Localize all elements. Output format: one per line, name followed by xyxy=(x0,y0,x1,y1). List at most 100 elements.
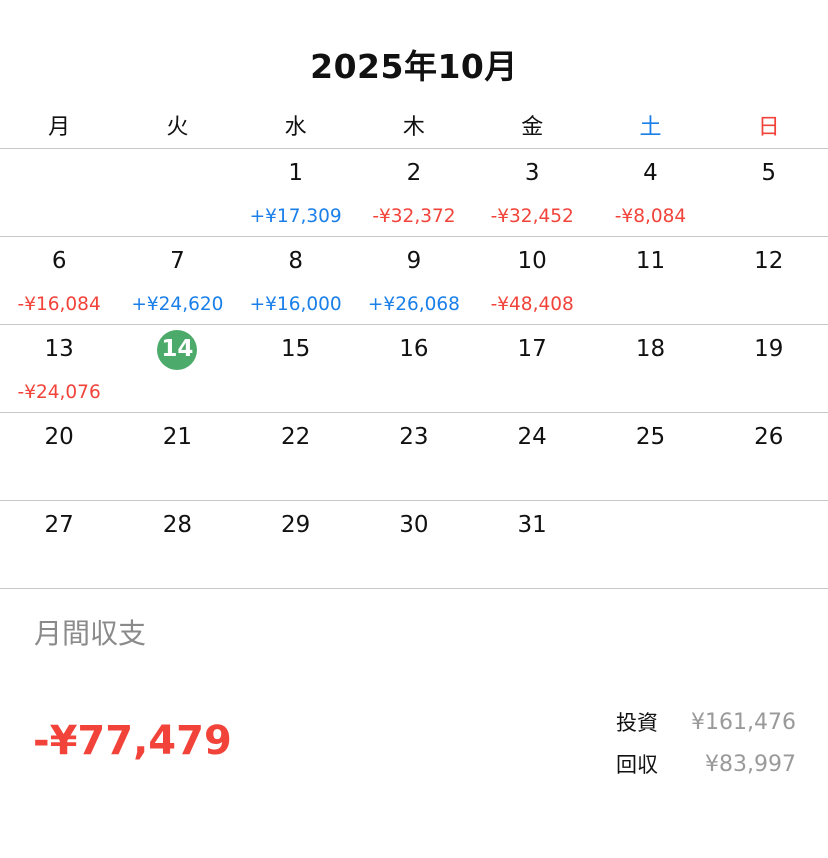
day-number: 20 xyxy=(44,424,74,450)
day-cell[interactable]: 19 xyxy=(710,325,828,412)
weekday-label: 日 xyxy=(757,115,780,140)
week-row: 20 21 22 23 24 25 26 xyxy=(0,412,828,500)
weekday-header: 月火水木金土日 xyxy=(0,112,828,148)
return-row: 回収 ¥83,997 xyxy=(600,748,796,790)
monthly-balance-label: 月間収支 xyxy=(34,617,147,650)
investment-label: 投資 xyxy=(616,711,658,735)
return-label: 回収 xyxy=(616,753,658,777)
day-number: 21 xyxy=(162,424,193,450)
day-cell[interactable]: 8 +¥16,000 xyxy=(237,237,355,324)
week-row: 27 28 29 30 31 xyxy=(0,500,828,589)
day-amount: -¥16,084 xyxy=(17,294,101,315)
day-cell[interactable]: 24 xyxy=(473,413,591,500)
investment-row: 投資 ¥161,476 xyxy=(600,706,796,748)
day-number: 14 xyxy=(161,336,194,362)
weekday-label: 土 xyxy=(639,115,662,140)
day-cell[interactable]: 9 +¥26,068 xyxy=(355,237,473,324)
day-number: 12 xyxy=(754,248,784,274)
day-number: 19 xyxy=(754,336,784,362)
weekday-label: 月 xyxy=(48,115,71,140)
day-number: 2 xyxy=(406,160,422,186)
calendar-grid: 1 +¥17,309 2 -¥32,372 3 -¥32,452 4 -¥8,084 5 6 -¥1… xyxy=(0,148,828,589)
week-row: 6 -¥16,084 7 +¥24,620 8 +¥16,000 9 +¥26,068 10 -¥… xyxy=(0,236,828,324)
day-number: 30 xyxy=(399,512,429,538)
day-cell[interactable]: 14 xyxy=(118,325,236,412)
day-cell[interactable]: 17 xyxy=(473,325,591,412)
day-cell[interactable]: 25 xyxy=(591,413,709,500)
day-amount: -¥24,076 xyxy=(17,382,101,403)
day-cell[interactable]: 27 xyxy=(0,501,118,588)
day-cell[interactable]: 13 -¥24,076 xyxy=(0,325,118,412)
day-cell[interactable]: 3 -¥32,452 xyxy=(473,149,591,236)
day-cell[interactable]: 6 -¥16,084 xyxy=(0,237,118,324)
investment-value: ¥161,476 xyxy=(691,710,796,735)
day-cell[interactable]: 18 xyxy=(591,325,709,412)
balance-breakdown: 投資 ¥161,476 回収 ¥83,997 xyxy=(600,706,796,790)
day-number: 29 xyxy=(281,512,311,538)
day-number: 27 xyxy=(44,512,74,538)
day-number: 11 xyxy=(635,248,666,274)
day-cell[interactable]: 20 xyxy=(0,413,118,500)
day-cell[interactable]: 15 xyxy=(237,325,355,412)
day-number: 3 xyxy=(524,160,540,186)
day-number: 28 xyxy=(162,512,193,538)
day-cell[interactable]: 7 +¥24,620 xyxy=(118,237,236,324)
day-cell[interactable]: 5 xyxy=(710,149,828,236)
day-cell[interactable]: 22 xyxy=(237,413,355,500)
day-number: 24 xyxy=(517,424,547,450)
day-amount: -¥8,084 xyxy=(614,206,687,227)
empty-day-cell xyxy=(0,149,118,236)
day-number: 10 xyxy=(517,248,547,274)
weekday-label: 火 xyxy=(166,115,189,140)
day-number: 13 xyxy=(44,336,74,362)
empty-day-cell xyxy=(118,149,236,236)
day-number: 22 xyxy=(281,424,311,450)
day-cell[interactable]: 31 xyxy=(473,501,591,588)
day-number: 5 xyxy=(761,160,777,186)
day-cell[interactable]: 10 -¥48,408 xyxy=(473,237,591,324)
day-cell[interactable]: 21 xyxy=(118,413,236,500)
day-cell[interactable]: 12 xyxy=(710,237,828,324)
return-value: ¥83,997 xyxy=(705,752,796,777)
day-cell[interactable]: 11 xyxy=(591,237,709,324)
day-number: 7 xyxy=(170,248,185,274)
weekday-label: 木 xyxy=(402,115,425,140)
day-cell[interactable]: 23 xyxy=(355,413,473,500)
day-number: 26 xyxy=(754,424,784,450)
day-amount: +¥16,000 xyxy=(249,294,342,315)
day-cell[interactable]: 28 xyxy=(118,501,236,588)
day-number: 16 xyxy=(399,336,429,362)
day-number: 17 xyxy=(517,336,547,362)
day-amount: +¥24,620 xyxy=(131,294,224,315)
day-number: 4 xyxy=(643,160,658,186)
day-amount: +¥26,068 xyxy=(367,294,460,315)
week-row: 13 -¥24,076 14 15 16 17 18 19 xyxy=(0,324,828,412)
week-row: 1 +¥17,309 2 -¥32,372 3 -¥32,452 4 -¥8,084 5 xyxy=(0,148,828,236)
day-number: 25 xyxy=(635,424,666,450)
day-number: 18 xyxy=(635,336,666,362)
day-cell[interactable]: 16 xyxy=(355,325,473,412)
day-cell[interactable]: 30 xyxy=(355,501,473,588)
day-cell[interactable]: 26 xyxy=(710,413,828,500)
day-amount: -¥32,372 xyxy=(372,206,456,227)
monthly-balance-total: -¥77,479 xyxy=(33,718,232,764)
day-number: 8 xyxy=(288,248,303,274)
weekday-label: 金 xyxy=(521,115,544,140)
day-number: 6 xyxy=(51,248,67,274)
day-cell[interactable]: 29 xyxy=(237,501,355,588)
month-title: 2025年10月 xyxy=(310,47,518,86)
weekday-label: 水 xyxy=(284,115,307,140)
day-amount: +¥17,309 xyxy=(249,206,342,227)
day-amount: -¥48,408 xyxy=(490,294,574,315)
day-number: 1 xyxy=(288,160,303,186)
day-cell[interactable]: 1 +¥17,309 xyxy=(237,149,355,236)
day-cell[interactable]: 2 -¥32,372 xyxy=(355,149,473,236)
day-cell[interactable]: 4 -¥8,084 xyxy=(591,149,709,236)
day-number: 15 xyxy=(281,336,311,362)
empty-day-cell xyxy=(591,501,709,588)
day-number: 9 xyxy=(406,248,422,274)
day-amount: -¥32,452 xyxy=(490,206,574,227)
empty-day-cell xyxy=(710,501,828,588)
day-number: 23 xyxy=(399,424,429,450)
day-number: 31 xyxy=(517,512,547,538)
